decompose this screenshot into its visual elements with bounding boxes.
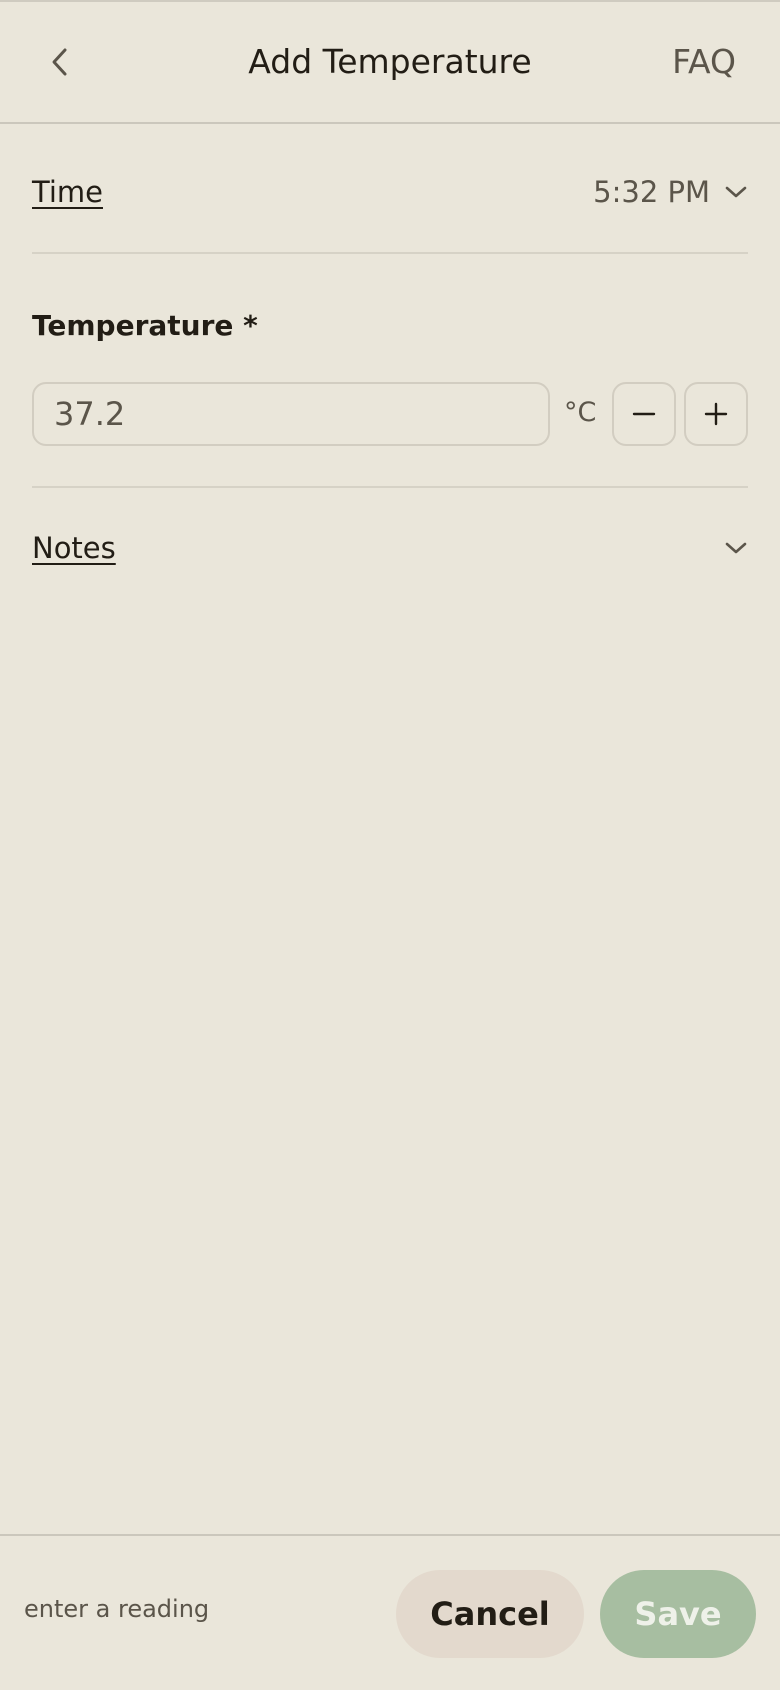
temperature-label: Temperature * xyxy=(32,309,258,342)
notes-chevron xyxy=(724,528,748,568)
time-value: 5:32 PM xyxy=(593,175,710,209)
time-label: Time xyxy=(32,175,103,209)
temperature-row: °C xyxy=(32,382,748,446)
save-button[interactable]: Save xyxy=(600,1570,756,1658)
footer-hint: enter a reading xyxy=(24,1595,210,1623)
notes-label: Notes xyxy=(32,531,116,565)
increment-button[interactable] xyxy=(684,382,748,446)
faq-link[interactable]: FAQ xyxy=(672,42,736,82)
temperature-unit: °C xyxy=(564,397,597,428)
cancel-button[interactable]: Cancel xyxy=(396,1570,584,1658)
header-bar: Add Temperature FAQ xyxy=(0,2,780,124)
section-divider xyxy=(32,486,748,488)
decrement-button[interactable] xyxy=(612,382,676,446)
minus-icon xyxy=(632,412,656,416)
plus-icon xyxy=(704,402,728,426)
time-row: Time 5:32 PM xyxy=(32,124,748,254)
notes-row[interactable]: Notes xyxy=(32,528,748,568)
chevron-down-icon xyxy=(725,542,747,554)
chevron-down-icon xyxy=(725,186,747,198)
footer-bar: enter a reading Cancel Save xyxy=(0,1534,780,1690)
time-select[interactable]: 5:32 PM xyxy=(593,172,748,212)
temperature-input[interactable] xyxy=(32,382,550,446)
page-title: Add Temperature xyxy=(248,42,532,81)
